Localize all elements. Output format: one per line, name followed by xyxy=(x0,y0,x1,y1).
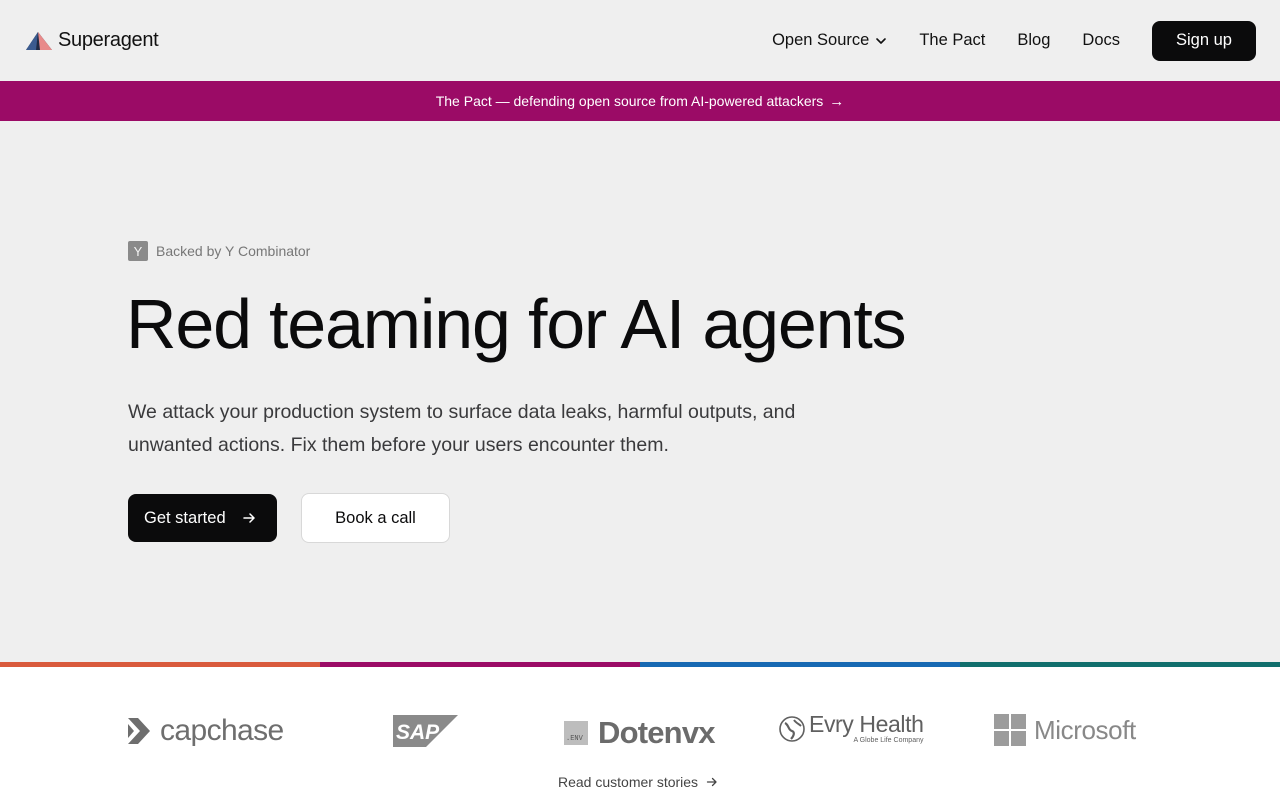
sap-mark-icon: SAP xyxy=(393,715,458,747)
dotenvx-logo: .ENV Dotenvx xyxy=(564,715,716,751)
capchase-mark-icon xyxy=(128,718,150,744)
microsoft-grid-square xyxy=(1011,714,1026,729)
arrow-right-icon xyxy=(706,777,717,787)
nav-open-source-label: Open Source xyxy=(772,31,870,49)
brand-name: Superagent xyxy=(58,29,159,51)
read-customer-stories-link[interactable]: Read customer stories xyxy=(558,774,718,790)
dotenvx-wordmark: Dotenvx xyxy=(598,715,716,750)
book-a-call-button[interactable]: Book a call xyxy=(301,493,450,543)
nav-blog[interactable]: Blog xyxy=(1017,31,1050,50)
arrow-right-icon xyxy=(242,513,255,523)
capchase-wordmark: capchase xyxy=(160,714,284,747)
badge-text: Backed by Y Combinator xyxy=(156,243,311,259)
arrow-right-icon: → xyxy=(829,92,845,110)
evry-health-logo: Evry Health A Globe Life Company xyxy=(779,711,924,745)
stories-label: Read customer stories xyxy=(558,774,699,790)
customer-logos: capchase SAP .ENV Dotenvx Evry Health A … xyxy=(0,667,1280,800)
y-combinator-icon: Y xyxy=(128,241,148,261)
microsoft-grid-square xyxy=(994,731,1009,746)
signup-button[interactable]: Sign up xyxy=(1152,20,1256,61)
capchase-logo: capchase xyxy=(128,714,284,748)
main-nav: Open Source The Pact Blog Docs Sign up xyxy=(772,20,1256,61)
nav-docs-label: Docs xyxy=(1082,31,1120,49)
get-started-button[interactable]: Get started xyxy=(128,494,277,542)
nav-docs[interactable]: Docs xyxy=(1082,31,1120,50)
banner-text: The Pact — defending open source from AI… xyxy=(435,93,824,109)
announcement-banner[interactable]: The Pact — defending open source from AI… xyxy=(0,81,1280,121)
brand-link[interactable]: Superagent xyxy=(24,29,159,52)
globe-icon xyxy=(779,715,805,742)
chevron-down-icon xyxy=(876,37,887,44)
microsoft-wordmark: Microsoft xyxy=(1034,714,1136,745)
env-box-icon: .ENV xyxy=(564,721,588,745)
sap-text: SAP xyxy=(396,721,440,744)
evry-health-text: Evry Health A Globe Life Company xyxy=(809,711,924,745)
nav-the-pact[interactable]: The Pact xyxy=(919,31,985,50)
get-started-label: Get started xyxy=(144,508,226,527)
hero-title: Red teaming for AI agents xyxy=(126,285,907,363)
hero-subtitle: We attack your production system to surf… xyxy=(128,401,796,456)
yc-badge: Y Backed by Y Combinator xyxy=(128,241,310,261)
nav-the-pact-label: The Pact xyxy=(919,31,986,49)
evry-health-wordmark: Evry Health xyxy=(809,711,924,737)
superagent-logo-icon xyxy=(26,31,52,50)
nav-blog-label: Blog xyxy=(1017,31,1051,49)
evry-health-tagline: A Globe Life Company xyxy=(853,737,924,744)
microsoft-logo: Microsoft xyxy=(994,714,1136,746)
nav-open-source[interactable]: Open Source xyxy=(772,31,887,50)
microsoft-grid-square xyxy=(994,714,1009,729)
microsoft-grid-icon xyxy=(994,714,1026,746)
microsoft-grid-square xyxy=(1011,731,1026,746)
site-header: Superagent Open Source The Pact Blog Doc… xyxy=(0,0,1280,81)
sap-logo: SAP xyxy=(393,715,458,747)
